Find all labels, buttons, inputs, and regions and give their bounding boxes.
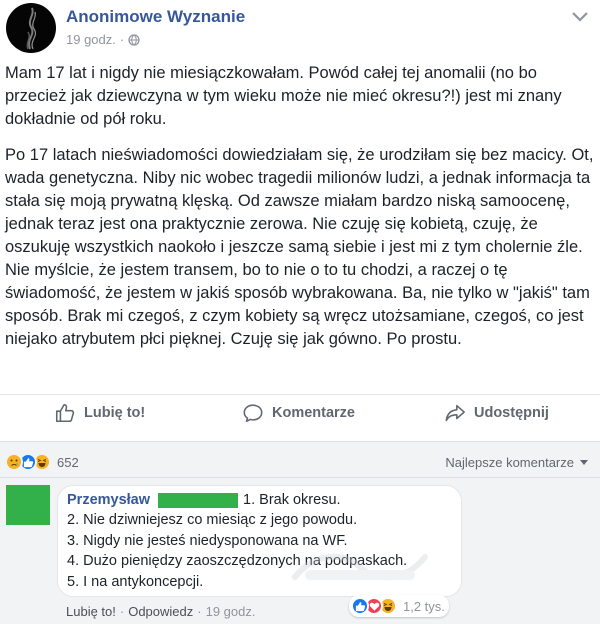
share-label: Udostępnij xyxy=(474,405,549,421)
comment-sort-dropdown[interactable]: Najlepsze komentarze xyxy=(445,455,588,470)
post-paragraph: Mam 17 lat i nigdy nie miesiączkowałam. … xyxy=(5,64,562,128)
commenter-avatar-redacted[interactable] xyxy=(6,485,50,525)
like-label: Lubię to! xyxy=(84,405,146,421)
comment-button[interactable]: Komentarze xyxy=(242,401,355,425)
smoke-icon xyxy=(26,7,36,50)
sad-icon xyxy=(5,453,23,471)
redaction-bar xyxy=(158,492,239,508)
comment-line: 2. Nie dziwniejesz co miesiąc z jego pow… xyxy=(67,512,358,528)
page-name[interactable]: Anonimowe Wyznanie xyxy=(66,7,245,27)
post-text: Mam 17 lat i nigdy nie miesiączkowałam. … xyxy=(5,62,595,364)
comment-like-link[interactable]: Lubię to! xyxy=(66,604,116,619)
post-timestamp[interactable]: 19 godz. xyxy=(66,32,116,47)
share-arrow-icon xyxy=(445,404,465,422)
thumbs-up-icon xyxy=(55,403,75,423)
post-header: Anonimowe Wyznanie 19 godz. · xyxy=(0,0,600,60)
comment-reply-link[interactable]: Odpowiedz xyxy=(128,604,193,619)
comment-sort-label: Najlepsze komentarze xyxy=(445,455,574,470)
separator-dot: · xyxy=(119,604,125,619)
post-meta: 19 godz. · xyxy=(66,32,140,47)
comment-timestamp[interactable]: 19 godz. xyxy=(206,604,256,619)
separator-dot: · xyxy=(197,604,202,619)
divider xyxy=(0,477,600,478)
share-button[interactable]: Udostępnij xyxy=(444,401,549,425)
reaction-count: 652 xyxy=(57,454,79,470)
watermark-logo xyxy=(292,553,428,581)
post-action-bar: Lubię to! Komentarze Udostępnij xyxy=(0,394,600,430)
comment-reaction-count: 1,2 tys. xyxy=(403,598,445,614)
comment-reactions-summary[interactable]: 1,2 tys. xyxy=(349,595,449,617)
like-icon xyxy=(351,597,369,615)
comment-bubble: Przemysław 1. Brak okresu. 2. Nie dziwni… xyxy=(57,485,462,597)
comment-icon xyxy=(243,404,263,423)
post-reactions-summary[interactable]: 652 xyxy=(5,452,79,472)
page-avatar[interactable] xyxy=(6,3,56,53)
post-paragraph: Po 17 latach nieświadomości dowiedziałam… xyxy=(5,146,594,348)
dropdown-caret-icon xyxy=(580,460,588,465)
globe-icon xyxy=(128,33,140,46)
commenter-name[interactable]: Przemysław xyxy=(67,491,150,509)
comment-actions: Lubię to! · Odpowiedz · 19 godz. xyxy=(66,604,255,619)
comment-first-line: Przemysław 1. Brak okresu. xyxy=(67,491,341,509)
like-button[interactable]: Lubię to! xyxy=(54,401,145,425)
comments-section: 652 Najlepsze komentarze Przemysław 1. B… xyxy=(0,441,600,624)
more-options-chevron-icon[interactable] xyxy=(570,10,590,24)
comment-label: Komentarze xyxy=(272,405,355,421)
comment-line: 1. Brak okresu. xyxy=(243,492,341,508)
